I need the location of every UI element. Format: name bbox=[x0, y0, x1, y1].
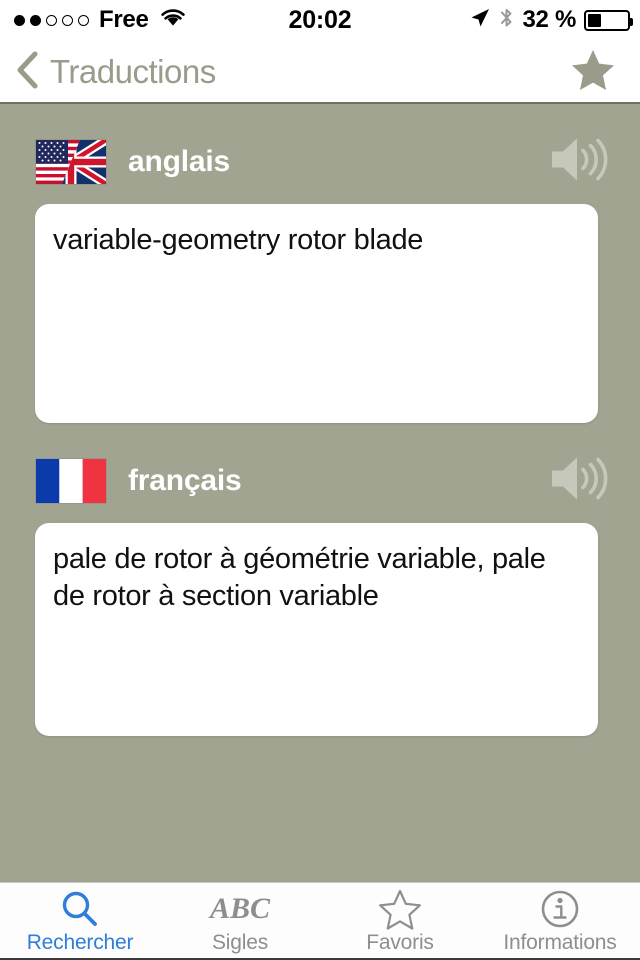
status-bar: Free 20:02 32 % bbox=[0, 0, 640, 40]
tab-sigles[interactable]: ABC Sigles bbox=[160, 883, 320, 960]
back-button[interactable]: Traductions bbox=[14, 50, 216, 95]
translation-card-english[interactable]: variable-geometry rotor blade bbox=[35, 204, 598, 423]
page-title: Traductions bbox=[50, 53, 216, 90]
bluetooth-icon bbox=[499, 6, 514, 35]
language-row-english: anglais bbox=[0, 126, 640, 198]
speaker-wave-icon bbox=[548, 457, 610, 509]
star-filled-icon bbox=[570, 49, 616, 96]
app-screen: Free 20:02 32 % Traductions anglais vari… bbox=[0, 0, 640, 960]
location-arrow-icon bbox=[469, 7, 491, 34]
battery-icon bbox=[584, 9, 633, 31]
chevron-left-icon bbox=[14, 50, 40, 95]
tab-rechercher[interactable]: Rechercher bbox=[0, 883, 160, 960]
favorite-button[interactable] bbox=[570, 48, 616, 97]
battery-percent-label: 32 % bbox=[522, 6, 576, 33]
speaker-button-french[interactable] bbox=[548, 453, 610, 510]
tab-informations[interactable]: Informations bbox=[480, 883, 640, 960]
translation-content: anglais variable-geometry rotor blade fr… bbox=[0, 106, 640, 882]
language-label-english: anglais bbox=[128, 145, 230, 178]
translation-text-english: variable-geometry rotor blade bbox=[53, 224, 424, 256]
translation-text-french: pale de rotor à géométrie variable, pale… bbox=[53, 543, 546, 613]
tab-bar: Rechercher ABC Sigles Favoris Informatio… bbox=[0, 882, 640, 960]
tab-favoris[interactable]: Favoris bbox=[320, 883, 480, 960]
flag-france-icon bbox=[36, 459, 106, 503]
translation-card-french[interactable]: pale de rotor à géométrie variable, pale… bbox=[35, 523, 598, 736]
abc-icon: ABC bbox=[209, 891, 271, 925]
status-bar-right: 32 % bbox=[469, 6, 633, 35]
tab-label-rechercher: Rechercher bbox=[26, 930, 134, 954]
search-icon bbox=[59, 889, 101, 929]
flag-us-uk-icon bbox=[36, 140, 106, 184]
info-circle-icon bbox=[539, 889, 581, 929]
tab-label-favoris: Favoris bbox=[366, 930, 434, 954]
language-row-french: français bbox=[0, 445, 640, 517]
tab-label-sigles: Sigles bbox=[212, 930, 268, 954]
speaker-button-english[interactable] bbox=[548, 134, 610, 191]
speaker-wave-icon bbox=[548, 138, 610, 190]
language-label-french: français bbox=[128, 464, 242, 497]
navigation-bar: Traductions bbox=[0, 40, 640, 104]
star-outline-icon bbox=[377, 889, 423, 930]
tab-label-informations: Informations bbox=[503, 930, 617, 954]
